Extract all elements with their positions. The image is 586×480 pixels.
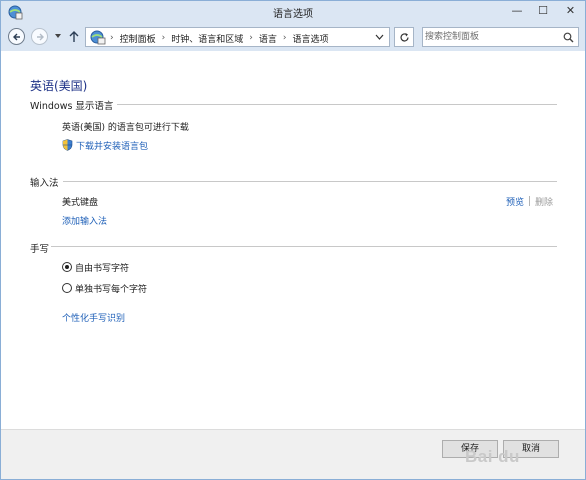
refresh-button[interactable] bbox=[394, 27, 414, 47]
search-icon[interactable] bbox=[563, 32, 574, 43]
handwriting-option-label[interactable]: 自由书写字符 bbox=[75, 261, 129, 274]
breadcrumb-item-language[interactable]: 语言 bbox=[259, 32, 277, 45]
maximize-button[interactable]: ☐ bbox=[530, 1, 556, 21]
chevron-down-icon[interactable] bbox=[375, 34, 384, 41]
up-one-level-button[interactable] bbox=[68, 30, 80, 43]
arrow-left-icon bbox=[13, 33, 20, 41]
close-button[interactable]: ✕ bbox=[556, 1, 585, 21]
link-divider bbox=[529, 196, 530, 206]
page-title: 英语(美国) bbox=[30, 79, 88, 93]
input-method-heading: 输入法 bbox=[30, 178, 59, 189]
breadcrumb-separator[interactable]: › bbox=[162, 33, 166, 43]
section-divider bbox=[51, 246, 557, 247]
handwriting-heading: 手写 bbox=[30, 244, 50, 255]
radio-button[interactable] bbox=[62, 283, 72, 293]
radio-button-selected[interactable] bbox=[62, 262, 72, 272]
recent-locations-dropdown[interactable] bbox=[54, 32, 62, 40]
breadcrumb-item-language-options[interactable]: 语言选项 bbox=[292, 32, 328, 45]
arrow-right-icon bbox=[37, 33, 44, 41]
search-input[interactable] bbox=[425, 30, 555, 44]
forward-button[interactable] bbox=[31, 28, 48, 45]
breadcrumb-separator[interactable]: › bbox=[249, 33, 253, 43]
minimize-button[interactable]: — bbox=[504, 1, 530, 21]
language-options-window: 语言选项 — ☐ ✕ › 控制面板 › 时钟、语言和区域 › 语言 › 语言选项… bbox=[0, 0, 586, 480]
address-bar[interactable]: › 控制面板 › 时钟、语言和区域 › 语言 › 语言选项 bbox=[85, 27, 390, 47]
section-divider bbox=[63, 181, 557, 182]
handwriting-option-single-character[interactable]: 单独书写每个字符 bbox=[62, 282, 147, 295]
dialog-button-bar: 保存 取消 Bai du bbox=[1, 429, 585, 479]
refresh-icon bbox=[400, 33, 409, 42]
preview-keyboard-link[interactable]: 预览 bbox=[506, 195, 524, 208]
personalize-handwriting-link[interactable]: 个性化手写识别 bbox=[62, 311, 125, 324]
breadcrumb-item-control-panel[interactable]: 控制面板 bbox=[120, 32, 156, 45]
keyboard-name: 美式键盘 bbox=[62, 198, 99, 208]
display-language-heading: Windows 显示语言 bbox=[30, 101, 114, 112]
breadcrumb-separator: › bbox=[110, 33, 114, 43]
navigation-toolbar: › 控制面板 › 时钟、语言和区域 › 语言 › 语言选项 bbox=[1, 23, 585, 51]
control-panel-icon bbox=[90, 30, 106, 45]
language-pack-status: 英语(美国) 的语言包可进行下载 bbox=[62, 123, 189, 133]
breadcrumb-item-clock-language-region[interactable]: 时钟、语言和区域 bbox=[171, 32, 243, 45]
search-box[interactable] bbox=[422, 27, 579, 47]
window-title: 语言选项 bbox=[273, 9, 313, 20]
download-language-pack-link[interactable]: 下载并安装语言包 bbox=[76, 139, 148, 152]
main-content: 英语(美国) Windows 显示语言 英语(美国) 的语言包可进行下载 下载并… bbox=[1, 51, 585, 429]
section-divider bbox=[117, 104, 557, 105]
breadcrumb-separator[interactable]: › bbox=[283, 33, 287, 43]
watermark-logo: Bai du bbox=[465, 447, 520, 466]
title-bar: 语言选项 — ☐ ✕ bbox=[1, 1, 585, 23]
handwriting-option-freeform[interactable]: 自由书写字符 bbox=[62, 261, 129, 274]
handwriting-option-label[interactable]: 单独书写每个字符 bbox=[75, 282, 147, 295]
delete-keyboard-link[interactable]: 删除 bbox=[535, 195, 553, 208]
add-input-method-link[interactable]: 添加输入法 bbox=[62, 214, 107, 227]
back-button[interactable] bbox=[8, 28, 25, 45]
uac-shield-icon bbox=[62, 139, 73, 151]
breadcrumb: › 控制面板 › 时钟、语言和区域 › 语言 › 语言选项 bbox=[110, 32, 329, 45]
